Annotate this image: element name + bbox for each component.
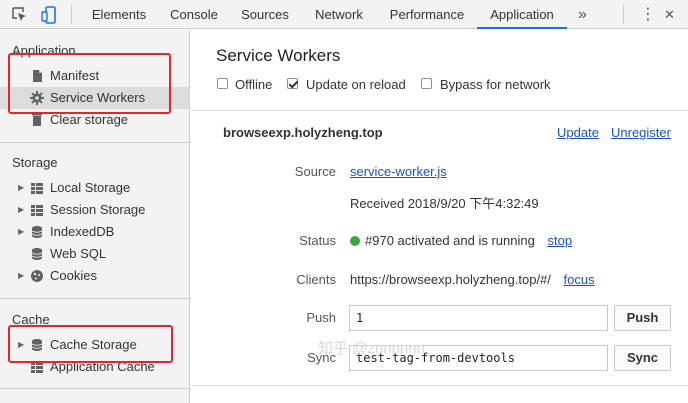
- clients-label: Clients: [296, 272, 336, 287]
- sidebar-item-local-storage[interactable]: ▶ Local Storage: [0, 177, 189, 199]
- status-value: #970 activated and is running stop: [350, 233, 572, 248]
- trash-icon: [32, 114, 42, 126]
- database-icon: [31, 248, 43, 260]
- sidebar-item-cookies[interactable]: ▶ Cookies: [0, 265, 189, 287]
- offline-label[interactable]: Offline: [235, 77, 272, 93]
- source-file-link[interactable]: service-worker.js: [350, 164, 447, 179]
- unregister-link[interactable]: Unregister: [611, 125, 671, 140]
- update-on-reload-checkbox[interactable]: [287, 78, 298, 89]
- worker-host: browseexp.holyzheng.top: [223, 125, 383, 140]
- received-timestamp: Received 2018/9/20 下午4:32:49: [350, 196, 539, 211]
- tab-network[interactable]: Network: [304, 0, 374, 29]
- divider: [191, 385, 688, 386]
- offline-checkbox[interactable]: [217, 78, 228, 89]
- toolbar-divider: [623, 5, 624, 24]
- more-tabs-icon[interactable]: »: [578, 0, 587, 29]
- tab-application[interactable]: Application: [477, 0, 567, 29]
- database-icon: [31, 226, 43, 238]
- update-on-reload-label[interactable]: Update on reload: [306, 77, 406, 93]
- kebab-menu-icon[interactable]: ⋮: [640, 0, 656, 29]
- section-divider: [0, 298, 189, 299]
- devtools-tab-bar: Elements Console Sources Network Perform…: [0, 0, 688, 29]
- sidebar-item-label: Cookies: [50, 268, 97, 283]
- sidebar-item-label: Session Storage: [50, 202, 146, 217]
- tab-performance[interactable]: Performance: [382, 0, 472, 29]
- device-toolbar-icon[interactable]: [40, 5, 60, 25]
- sidebar-item-label: IndexedDB: [50, 224, 115, 239]
- highlight-box-cache-storage: [8, 325, 173, 363]
- watermark: 知乎 @znnnnnn: [318, 340, 425, 357]
- inspect-element-icon[interactable]: [10, 5, 30, 25]
- push-input[interactable]: 1: [349, 305, 608, 331]
- status-label: Status: [299, 233, 336, 248]
- bypass-for-network-checkbox[interactable]: [421, 78, 432, 89]
- push-label: Push: [306, 310, 336, 325]
- bypass-for-network-label[interactable]: Bypass for network: [440, 77, 551, 93]
- source-value: service-worker.js: [350, 164, 447, 179]
- grid-storage-icon: [31, 183, 43, 194]
- client-url: https://browseexp.holyzheng.top/#/: [350, 272, 551, 287]
- push-button[interactable]: Push: [614, 305, 671, 331]
- status-running-icon: [350, 236, 360, 246]
- tab-console[interactable]: Console: [161, 0, 227, 29]
- tab-sources[interactable]: Sources: [234, 0, 296, 29]
- toolbar-divider: [71, 5, 72, 24]
- sidebar-item-label: Web SQL: [50, 246, 107, 261]
- sidebar-item-web-sql[interactable]: Web SQL: [0, 243, 189, 265]
- cookie-icon: [31, 270, 43, 282]
- sidebar-item-indexeddb[interactable]: ▶ IndexedDB: [0, 221, 189, 243]
- sidebar-item-session-storage[interactable]: ▶ Session Storage: [0, 199, 189, 221]
- expand-arrow-icon[interactable]: ▶: [18, 221, 24, 243]
- divider: [191, 110, 688, 111]
- section-divider: [0, 142, 189, 143]
- grid-storage-icon: [31, 205, 43, 216]
- update-link[interactable]: Update: [557, 125, 599, 140]
- highlight-box-service-workers: [8, 53, 171, 114]
- expand-arrow-icon[interactable]: ▶: [18, 177, 24, 199]
- sync-button[interactable]: Sync: [614, 345, 671, 371]
- status-text: #970 activated and is running: [365, 233, 535, 248]
- page-title: Service Workers: [216, 46, 341, 65]
- clients-value: https://browseexp.holyzheng.top/#/ focus: [350, 272, 595, 287]
- sidebar-item-label: Local Storage: [50, 180, 131, 195]
- focus-link[interactable]: focus: [564, 272, 595, 287]
- tab-elements[interactable]: Elements: [84, 0, 154, 29]
- source-label: Source: [294, 164, 336, 179]
- expand-arrow-icon[interactable]: ▶: [18, 199, 24, 221]
- section-title-storage: Storage: [12, 155, 58, 170]
- close-devtools-icon[interactable]: ✕: [664, 0, 675, 29]
- service-workers-panel: Service Workers Offline Update on reload…: [191, 30, 688, 403]
- expand-arrow-icon[interactable]: ▶: [18, 265, 24, 287]
- section-divider: [0, 388, 189, 389]
- stop-link[interactable]: stop: [547, 233, 572, 248]
